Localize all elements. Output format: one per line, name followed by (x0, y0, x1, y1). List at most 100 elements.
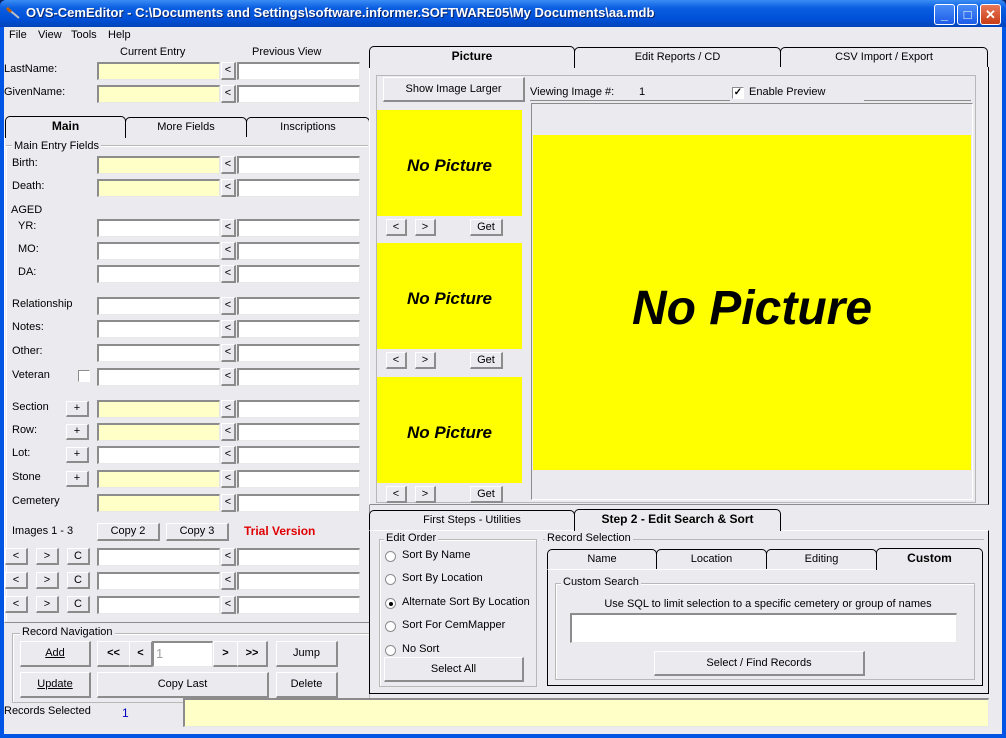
menu-file[interactable]: File (9, 29, 27, 41)
lastname-input[interactable] (97, 62, 220, 80)
givenname-input[interactable] (97, 85, 220, 103)
thumbnail-3-prev-button[interactable]: < (386, 486, 407, 503)
givenname-copy-button[interactable]: < (221, 85, 236, 103)
section-add-button[interactable]: + (66, 401, 89, 417)
prev-record-button[interactable]: < (129, 641, 153, 667)
tab-picture[interactable]: Picture (369, 46, 575, 68)
image-1-copy-button[interactable]: < (221, 548, 236, 566)
image-2-prev-button[interactable]: < (5, 572, 28, 589)
veteran-checkbox[interactable] (78, 370, 90, 382)
maximize-button[interactable]: □ (957, 4, 978, 25)
lastname-copy-button[interactable]: < (221, 62, 236, 80)
tab-step2-edit-search-sort[interactable]: Step 2 - Edit Search & Sort (574, 509, 781, 531)
image-2-clear-button[interactable]: C (67, 572, 90, 589)
yr-input[interactable] (97, 219, 220, 237)
veteran-copy-button[interactable]: < (221, 368, 236, 386)
copy-last-button[interactable]: Copy Last (97, 672, 269, 698)
row-add-button[interactable]: + (66, 424, 89, 440)
image-2-path-input[interactable] (97, 572, 220, 590)
delete-button[interactable]: Delete (276, 672, 338, 698)
tab-inscriptions[interactable]: Inscriptions (246, 117, 370, 137)
sort-option-1-radio[interactable] (385, 551, 396, 562)
thumbnail-2-get-button[interactable]: Get (470, 352, 503, 369)
lot-copy-button[interactable]: < (221, 446, 236, 464)
veteran-input[interactable] (97, 368, 220, 386)
stone-add-button[interactable]: + (66, 471, 89, 487)
close-button[interactable]: ✕ (980, 4, 1001, 25)
tab-main[interactable]: Main (5, 116, 126, 138)
select-find-records-button[interactable]: Select / Find Records (654, 651, 865, 676)
menu-view[interactable]: View (38, 29, 62, 41)
image-2-copy-button[interactable]: < (221, 572, 236, 590)
notes-input[interactable] (97, 320, 220, 338)
menu-tools[interactable]: Tools (71, 29, 97, 41)
image-2-next-button[interactable]: > (36, 572, 59, 589)
tab-editing[interactable]: Editing (766, 549, 877, 569)
thumbnail-3-get-button[interactable]: Get (470, 486, 503, 503)
copy-2-button[interactable]: Copy 2 (97, 523, 160, 541)
stone-copy-button[interactable]: < (221, 470, 236, 488)
death-input[interactable] (97, 179, 220, 197)
sort-option-3-radio[interactable] (385, 598, 396, 609)
copy-3-button[interactable]: Copy 3 (166, 523, 229, 541)
birth-input[interactable] (97, 156, 220, 174)
birth-copy-button[interactable]: < (221, 156, 236, 174)
yr-copy-button[interactable]: < (221, 219, 236, 237)
record-number-input[interactable]: 1 (152, 641, 213, 667)
show-image-larger-button[interactable]: Show Image Larger (383, 77, 525, 102)
section-input[interactable] (97, 400, 220, 418)
section-copy-button[interactable]: < (221, 400, 236, 418)
stone-input[interactable] (97, 470, 220, 488)
other-input[interactable] (97, 344, 220, 362)
thumbnail-2-next-button[interactable]: > (415, 352, 436, 369)
sort-option-5-radio[interactable] (385, 645, 396, 656)
sql-input[interactable] (570, 613, 957, 643)
da-input[interactable] (97, 265, 220, 283)
image-3-path-input[interactable] (97, 596, 220, 614)
tab-first-steps[interactable]: First Steps - Utilities (369, 510, 575, 530)
lot-add-button[interactable]: + (66, 447, 89, 463)
image-1-path-input[interactable] (97, 548, 220, 566)
thumbnail-3[interactable]: No Picture (377, 377, 522, 483)
image-3-clear-button[interactable]: C (67, 596, 90, 613)
minimize-button[interactable]: _ (934, 4, 955, 25)
image-1-next-button[interactable]: > (36, 548, 59, 565)
first-record-button[interactable]: << (97, 641, 131, 667)
add-button[interactable]: Add (20, 641, 91, 667)
tab-custom[interactable]: Custom (876, 548, 983, 570)
large-preview-image[interactable]: No Picture (533, 135, 971, 470)
mo-copy-button[interactable]: < (221, 242, 236, 260)
tab-name[interactable]: Name (547, 549, 657, 569)
thumbnail-1-prev-button[interactable]: < (386, 219, 407, 236)
enable-preview-checkbox[interactable]: ✓ (732, 87, 744, 99)
next-record-button[interactable]: > (213, 641, 239, 667)
last-record-button[interactable]: >> (237, 641, 268, 667)
da-copy-button[interactable]: < (221, 265, 236, 283)
thumbnail-1-get-button[interactable]: Get (470, 219, 503, 236)
select-all-button[interactable]: Select All (384, 657, 524, 682)
update-button[interactable]: Update (20, 672, 91, 698)
notes-copy-button[interactable]: < (221, 320, 236, 338)
image-3-prev-button[interactable]: < (5, 596, 28, 613)
title-bar[interactable]: OVS-CemEditor - C:\Documents and Setting… (0, 0, 1006, 27)
image-3-next-button[interactable]: > (36, 596, 59, 613)
mo-input[interactable] (97, 242, 220, 260)
lot-input[interactable] (97, 446, 220, 464)
death-copy-button[interactable]: < (221, 179, 236, 197)
thumbnail-1[interactable]: No Picture (377, 110, 522, 216)
tab-csv-import-export[interactable]: CSV Import / Export (780, 47, 988, 67)
relationship-copy-button[interactable]: < (221, 297, 236, 315)
other-copy-button[interactable]: < (221, 344, 236, 362)
cemetery-input[interactable] (97, 494, 220, 512)
row-copy-button[interactable]: < (221, 423, 236, 441)
image-3-copy-button[interactable]: < (221, 596, 236, 614)
row-input[interactable] (97, 423, 220, 441)
cemetery-copy-button[interactable]: < (221, 494, 236, 512)
thumbnail-2[interactable]: No Picture (377, 243, 522, 349)
tab-location[interactable]: Location (656, 549, 767, 569)
sort-option-4-radio[interactable] (385, 621, 396, 632)
sort-option-2-radio[interactable] (385, 574, 396, 585)
menu-help[interactable]: Help (108, 29, 131, 41)
jump-button[interactable]: Jump (276, 641, 338, 667)
thumbnail-3-next-button[interactable]: > (415, 486, 436, 503)
